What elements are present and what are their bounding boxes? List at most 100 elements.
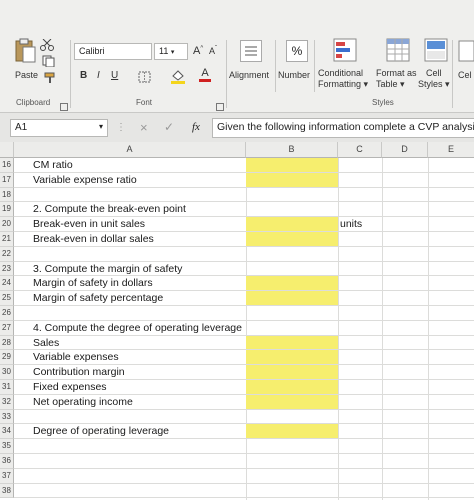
- name-box[interactable]: A1 ▾: [10, 119, 108, 137]
- row-header[interactable]: 24: [0, 276, 14, 292]
- cell-styles-icon[interactable]: [424, 38, 450, 69]
- underline-button[interactable]: U: [111, 70, 118, 81]
- alignment-icon[interactable]: [240, 40, 262, 67]
- cell-a[interactable]: Net operating income: [32, 396, 246, 411]
- row-header[interactable]: 32: [0, 394, 14, 410]
- cell-a[interactable]: [32, 248, 246, 263]
- cell-c[interactable]: units: [339, 218, 382, 233]
- cell-a[interactable]: [32, 470, 246, 485]
- row-header[interactable]: 36: [0, 454, 14, 469]
- row-header[interactable]: 21: [0, 232, 14, 247]
- cell-a[interactable]: 2. Compute the break-even point: [32, 203, 246, 218]
- row-header[interactable]: 20: [0, 217, 14, 232]
- fill-color-icon[interactable]: [170, 68, 186, 89]
- row-header[interactable]: 25: [0, 291, 14, 306]
- column-header-c[interactable]: C: [338, 142, 382, 158]
- font-color-label: A: [201, 67, 209, 79]
- row-header[interactable]: 35: [0, 439, 14, 454]
- row-header[interactable]: 28: [0, 335, 14, 351]
- column-header-a[interactable]: A: [14, 142, 246, 158]
- input-cell-b[interactable]: [246, 365, 338, 379]
- input-cell-b[interactable]: [246, 380, 338, 394]
- row-header[interactable]: 23: [0, 261, 14, 277]
- insert-cells-icon[interactable]: [458, 40, 474, 67]
- conditional-formatting-button[interactable]: Conditional Formatting ▾: [318, 68, 368, 90]
- worksheet-grid[interactable]: A B C D E 16 CM ratio 17 Variable expense r…: [0, 142, 474, 500]
- cell-a[interactable]: [32, 307, 246, 322]
- borders-icon[interactable]: [138, 70, 152, 88]
- cell-a[interactable]: 3. Compute the margin of safety: [32, 263, 246, 278]
- input-cell-b[interactable]: [246, 424, 338, 439]
- cell-a[interactable]: CM ratio: [32, 159, 246, 174]
- row-header[interactable]: 34: [0, 424, 14, 440]
- font-size-select[interactable]: 11 ▾: [154, 43, 188, 60]
- enter-icon[interactable]: ✓: [164, 120, 174, 134]
- row-header[interactable]: 18: [0, 187, 14, 203]
- format-table-line2: Table: [376, 79, 398, 89]
- input-cell-b[interactable]: [246, 335, 338, 350]
- cell-a[interactable]: Degree of operating leverage: [32, 425, 246, 440]
- input-cell-b[interactable]: [246, 291, 338, 305]
- cell-a[interactable]: [32, 440, 246, 455]
- row-header[interactable]: 19: [0, 202, 14, 218]
- row-header[interactable]: 17: [0, 172, 14, 188]
- cell-a[interactable]: 4. Compute the degree of operating lever…: [32, 322, 246, 337]
- cell-a[interactable]: [32, 455, 246, 470]
- cell-a[interactable]: [32, 485, 246, 500]
- input-cell-b[interactable]: [246, 232, 338, 246]
- cell-a[interactable]: [32, 411, 246, 426]
- shrink-font-button[interactable]: Aˇ: [209, 46, 217, 56]
- number-button[interactable]: Number: [278, 70, 310, 80]
- row-header[interactable]: 31: [0, 380, 14, 395]
- conditional-formatting-icon[interactable]: [333, 38, 359, 69]
- cell-a[interactable]: Sales: [32, 337, 246, 352]
- alignment-button[interactable]: Alignment: [229, 70, 269, 80]
- cells-button[interactable]: Cel: [458, 70, 472, 80]
- cell-a[interactable]: Margin of safety percentage: [32, 292, 246, 307]
- cell-a[interactable]: Break-even in dollar sales: [32, 233, 246, 248]
- row-header[interactable]: 30: [0, 365, 14, 380]
- cell-a[interactable]: Fixed expenses: [32, 381, 246, 396]
- input-cell-b[interactable]: [246, 172, 338, 187]
- cancel-icon[interactable]: ×: [140, 120, 148, 135]
- cell-a[interactable]: Variable expenses: [32, 351, 246, 366]
- column-header-e[interactable]: E: [428, 142, 474, 158]
- row-header[interactable]: 22: [0, 246, 14, 262]
- input-cell-b[interactable]: [246, 394, 338, 409]
- cell-styles-button[interactable]: Cell Styles ▾: [418, 68, 450, 90]
- paste-button[interactable]: Paste: [15, 70, 38, 80]
- font-name-select[interactable]: Calibri: [74, 43, 152, 60]
- format-as-table-icon[interactable]: [386, 38, 412, 69]
- row-header[interactable]: 27: [0, 320, 14, 336]
- formula-input[interactable]: Given the following information complete…: [212, 118, 474, 138]
- insert-function-icon[interactable]: fx: [192, 121, 200, 133]
- input-cell-b[interactable]: [246, 276, 338, 291]
- cell-a[interactable]: [32, 189, 246, 204]
- column-header-b[interactable]: B: [246, 142, 338, 158]
- format-painter-icon[interactable]: [44, 71, 56, 89]
- row-header[interactable]: 16: [0, 158, 14, 173]
- formula-bar-grip-icon: ⋮: [116, 122, 126, 133]
- input-cell-b[interactable]: [246, 350, 338, 365]
- cell-a[interactable]: Break-even in unit sales: [32, 218, 246, 233]
- cell-a[interactable]: Contribution margin: [32, 366, 246, 381]
- cell-a[interactable]: Variable expense ratio: [32, 174, 246, 189]
- italic-button[interactable]: I: [97, 70, 100, 81]
- row-header[interactable]: 38: [0, 483, 14, 499]
- paste-icon[interactable]: [14, 38, 36, 64]
- font-color-button[interactable]: A: [199, 67, 211, 82]
- bold-button[interactable]: B: [80, 70, 87, 81]
- row-header[interactable]: 37: [0, 468, 14, 484]
- input-cell-b[interactable]: [246, 158, 338, 172]
- format-as-table-button[interactable]: Format as Table ▾: [376, 68, 417, 90]
- row-header[interactable]: 33: [0, 409, 14, 425]
- column-header-d[interactable]: D: [382, 142, 428, 158]
- grow-font-button[interactable]: A^: [193, 45, 203, 57]
- input-cell-b[interactable]: [246, 217, 338, 231]
- copy-icon[interactable]: [42, 54, 56, 72]
- number-format-icon[interactable]: %: [286, 40, 308, 62]
- select-all-corner[interactable]: [0, 142, 14, 158]
- row-header[interactable]: 29: [0, 350, 14, 366]
- row-header[interactable]: 26: [0, 306, 14, 321]
- cell-a[interactable]: Margin of safety in dollars: [32, 277, 246, 292]
